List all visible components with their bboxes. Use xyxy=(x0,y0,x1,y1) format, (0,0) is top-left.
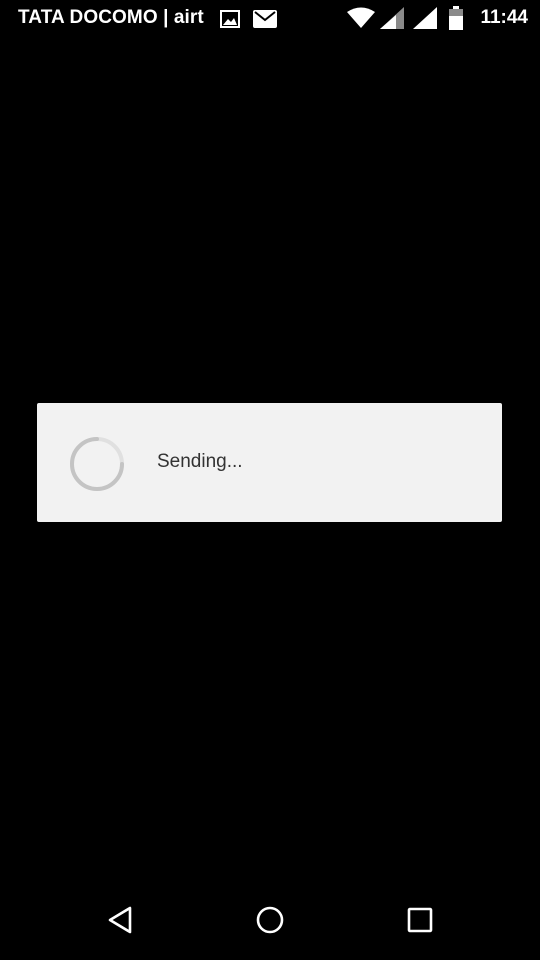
recents-button[interactable] xyxy=(392,898,448,946)
status-clock: 11:44 xyxy=(480,7,528,28)
carrier-name: TATA DOCOMO | airt xyxy=(18,7,204,28)
gallery-icon xyxy=(220,10,240,32)
signal-icon xyxy=(380,7,404,33)
back-icon xyxy=(107,906,133,938)
home-icon xyxy=(256,906,284,938)
battery-icon xyxy=(449,6,463,34)
signal-icon xyxy=(413,7,437,33)
home-button[interactable] xyxy=(242,898,298,946)
status-bar: TATA DOCOMO | airt 11:44 xyxy=(0,0,540,38)
dialog-message: Sending... xyxy=(157,451,243,472)
recents-icon xyxy=(407,907,433,937)
navigation-bar xyxy=(0,888,540,960)
wifi-icon xyxy=(347,7,375,33)
back-button[interactable] xyxy=(92,898,148,946)
mail-icon xyxy=(253,10,277,32)
progress-spinner-icon xyxy=(69,436,125,492)
